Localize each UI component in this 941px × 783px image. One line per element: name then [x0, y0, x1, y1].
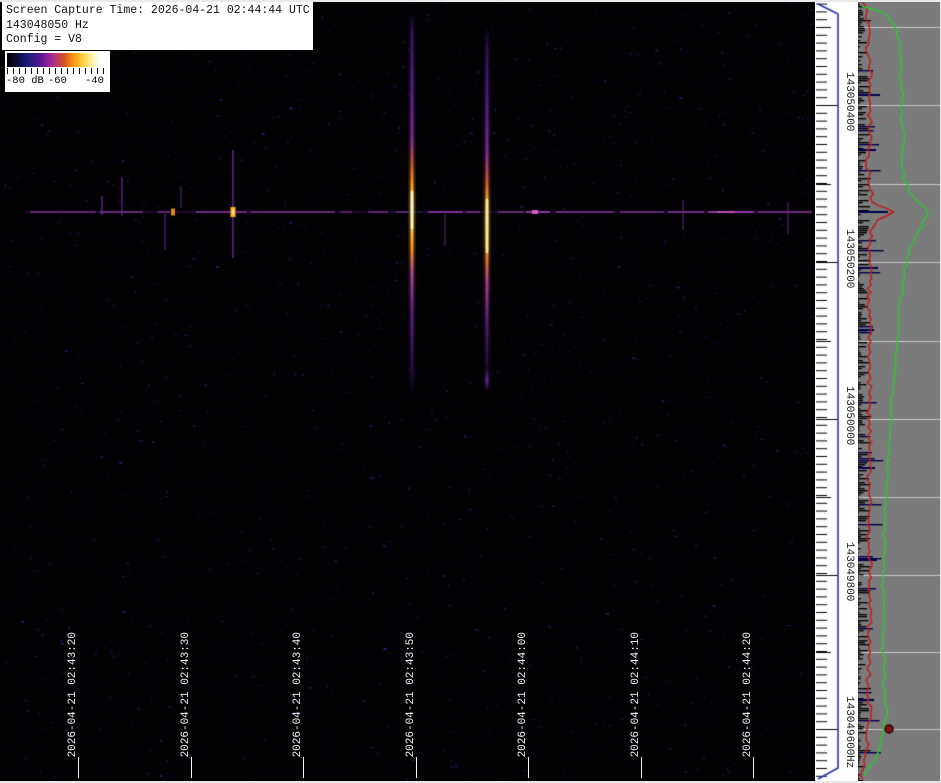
time-axis-tick: [416, 757, 417, 778]
capture-info-box: Screen Capture Time: 2026-04-21 02:44:44…: [1, 1, 314, 51]
config-text: Config = V8: [6, 33, 309, 48]
time-axis-tick: [303, 757, 304, 778]
time-axis-label: 2026-04-21 02:44:10: [630, 632, 642, 757]
freq-axis-label: 143050400: [843, 72, 855, 131]
time-axis-tick: [528, 757, 529, 778]
color-scale-tick-ruler: [7, 68, 106, 74]
time-axis-tick: [641, 757, 642, 778]
freq-axis-unit: Hz: [843, 755, 855, 768]
time-axis-tick: [78, 757, 79, 778]
freq-axis-label: 143050200: [843, 229, 855, 288]
legend-label-80db: -80 dB: [6, 75, 44, 87]
time-axis-label: 2026-04-21 02:43:30: [180, 632, 192, 757]
time-axis-label: 2026-04-21 02:44:20: [742, 632, 754, 757]
freq-axis-label: 143049800: [843, 542, 855, 601]
receiver-frequency-text: 143048050 Hz: [6, 19, 309, 34]
top-border: [0, 0, 941, 2]
time-axis-label: 2026-04-21 02:43:40: [292, 632, 304, 757]
capture-time-text: Screen Capture Time: 2026-04-21 02:44:44…: [6, 4, 309, 19]
color-scale-gradient: [7, 53, 106, 67]
freq-axis-label: 143049600: [843, 696, 855, 755]
time-axis-label: 2026-04-21 02:43:50: [405, 632, 417, 757]
color-scale-legend: -80 dB -60 -40: [5, 51, 110, 92]
time-axis-label: 2026-04-21 02:43:20: [67, 632, 79, 757]
time-axis-label: 2026-04-21 02:44:00: [517, 632, 529, 757]
legend-label-40db: -40: [85, 75, 104, 87]
time-axis-tick: [753, 757, 754, 778]
legend-label-60db: -60: [48, 75, 67, 87]
freq-axis-label: 143050000: [843, 386, 855, 445]
time-axis-tick: [191, 757, 192, 778]
spectrum-lab-capture: Screen Capture Time: 2026-04-21 02:44:44…: [0, 0, 941, 783]
spectrum-side-panel: [858, 0, 941, 783]
